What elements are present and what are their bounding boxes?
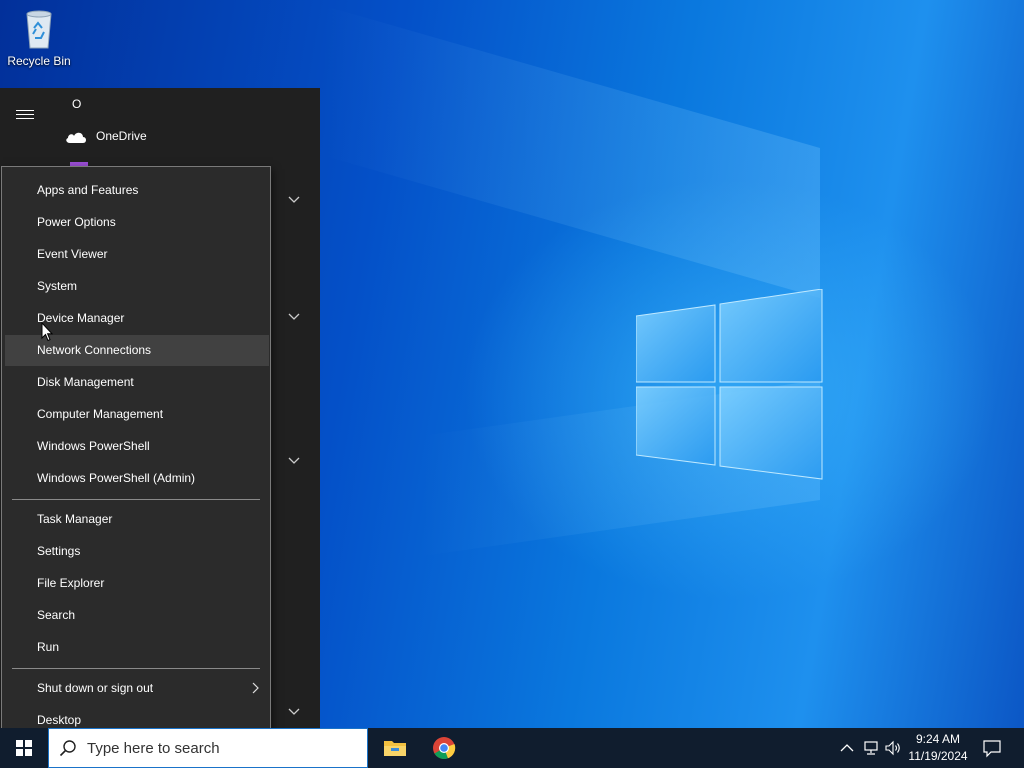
chevron-up-icon[interactable]	[838, 739, 856, 757]
onedrive-cloud-icon	[66, 132, 86, 143]
menu-item-task-manager[interactable]: Task Manager	[5, 504, 269, 535]
menu-item-computer-management[interactable]: Computer Management	[5, 399, 269, 430]
chevron-down-icon[interactable]	[287, 312, 301, 322]
desktop-icon-recycle-bin[interactable]: Recycle Bin	[4, 6, 74, 78]
chevron-down-icon[interactable]	[287, 195, 301, 205]
wallpaper-light-beam	[320, 4, 820, 298]
taskbar-file-explorer[interactable]	[371, 728, 419, 768]
chevron-down-icon[interactable]	[287, 707, 301, 717]
winx-context-menu: Apps and Features Power Options Event Vi…	[1, 166, 271, 745]
chrome-icon	[433, 737, 456, 759]
menu-item-shut-down-or-sign-out[interactable]: Shut down or sign out	[5, 673, 269, 704]
notification-center-icon[interactable]	[982, 738, 1002, 758]
clock-time: 9:24 AM	[915, 732, 961, 746]
taskbar-search-box[interactable]: Type here to search	[48, 728, 368, 768]
menu-separator	[12, 668, 260, 669]
menu-item-apps-and-features[interactable]: Apps and Features	[5, 175, 269, 206]
windows-logo-wallpaper	[636, 289, 823, 480]
desktop-icon-label: Recycle Bin	[7, 54, 71, 68]
search-icon	[59, 740, 76, 757]
app-list-letter-header[interactable]: O	[72, 97, 81, 111]
menu-item-search[interactable]: Search	[5, 600, 269, 631]
menu-item-run[interactable]: Run	[5, 632, 269, 663]
menu-item-windows-powershell[interactable]: Windows PowerShell	[5, 431, 269, 462]
taskbar: Type here to search 9:24 AM 11/19/2024	[0, 728, 1024, 768]
mouse-cursor-icon	[41, 322, 53, 342]
file-explorer-icon	[384, 741, 406, 756]
menu-item-file-explorer[interactable]: File Explorer	[5, 568, 269, 599]
menu-item-windows-powershell-admin[interactable]: Windows PowerShell (Admin)	[5, 463, 269, 494]
start-button[interactable]	[0, 728, 48, 768]
menu-item-settings[interactable]: Settings	[5, 536, 269, 567]
recycle-bin-icon	[26, 10, 52, 49]
menu-item-disk-management[interactable]: Disk Management	[5, 367, 269, 398]
hamburger-menu-icon[interactable]	[16, 110, 34, 122]
chevron-right-icon	[252, 682, 259, 694]
app-list-item-onedrive[interactable]: OneDrive	[64, 128, 147, 144]
search-placeholder: Type here to search	[87, 739, 220, 757]
network-icon[interactable]	[862, 739, 880, 757]
windows-start-icon	[16, 740, 32, 756]
menu-item-system[interactable]: System	[5, 271, 269, 302]
menu-item-label: Shut down or sign out	[37, 681, 154, 695]
clock-date: 11/19/2024	[908, 749, 968, 763]
menu-item-power-options[interactable]: Power Options	[5, 207, 269, 238]
app-label: OneDrive	[96, 129, 147, 143]
menu-item-event-viewer[interactable]: Event Viewer	[5, 239, 269, 270]
taskbar-clock[interactable]: 9:24 AM 11/19/2024	[900, 731, 976, 765]
menu-separator	[12, 499, 260, 500]
taskbar-chrome[interactable]	[420, 728, 468, 768]
chevron-down-icon[interactable]	[287, 456, 301, 466]
